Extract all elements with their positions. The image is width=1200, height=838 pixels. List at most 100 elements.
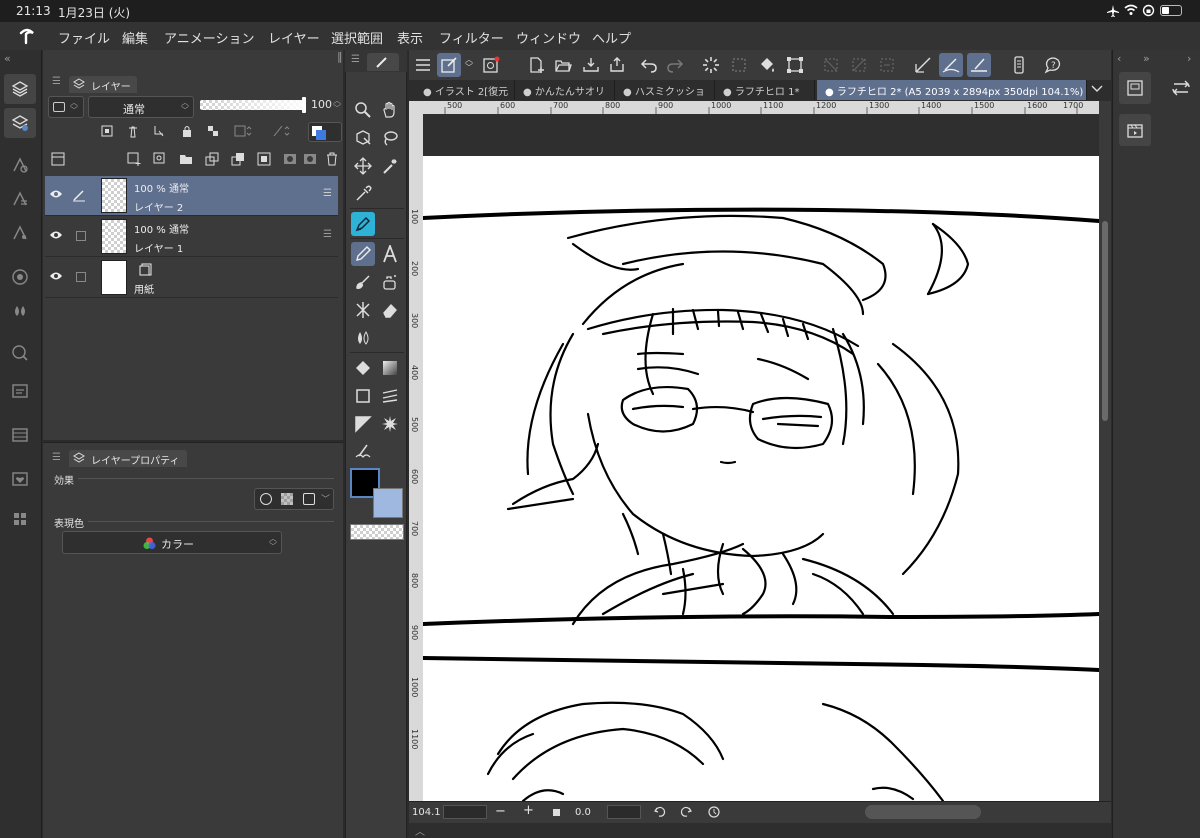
snap-to-special-ruler-icon[interactable] bbox=[939, 53, 963, 77]
zoom-value[interactable]: 104.1 bbox=[412, 807, 441, 818]
layout-grid-icon[interactable] bbox=[4, 504, 36, 534]
sub-tool-settings-icon[interactable] bbox=[4, 150, 36, 180]
redo-icon[interactable] bbox=[663, 53, 687, 77]
layer-row-menu-icon[interactable]: ☰ bbox=[323, 188, 332, 199]
tool-property-icon[interactable] bbox=[4, 184, 36, 214]
color-wheel-icon[interactable] bbox=[4, 262, 36, 292]
balloon-tool-icon[interactable] bbox=[378, 412, 402, 436]
fill-selection-icon[interactable] bbox=[755, 53, 779, 77]
transparent-color-swatch[interactable] bbox=[350, 524, 404, 540]
clear-outside-icon[interactable] bbox=[847, 53, 871, 77]
doc-tab-active[interactable]: ● ラフチヒロ 2* (A5 2039 x 2894px 350dpi 104.… bbox=[817, 80, 1087, 100]
layer-panel-toggle-icon[interactable] bbox=[4, 74, 36, 104]
save-icon[interactable] bbox=[579, 53, 603, 77]
reset-rotation-icon[interactable] bbox=[707, 805, 721, 819]
trash-icon[interactable] bbox=[324, 151, 340, 167]
rotation-value[interactable]: 0.0 bbox=[575, 807, 591, 818]
combine-layer-icon[interactable] bbox=[230, 151, 246, 167]
zoom-slider[interactable] bbox=[443, 805, 487, 819]
collapse-right-left-icon[interactable]: ‹ bbox=[1117, 52, 1121, 65]
menu-window[interactable]: ウィンドウ bbox=[516, 28, 581, 47]
new-vector-layer-icon[interactable] bbox=[152, 151, 168, 167]
doc-tab-2[interactable]: ● かんたんサオリ bbox=[515, 80, 615, 100]
object-tool-icon[interactable] bbox=[351, 126, 375, 150]
zoom-out-button[interactable]: − bbox=[495, 804, 506, 819]
rotation-slider[interactable] bbox=[607, 805, 641, 819]
gradient-tool-icon[interactable] bbox=[378, 356, 402, 380]
collapse-right-icon[interactable]: › bbox=[1187, 52, 1191, 65]
chevron-updown-icon[interactable]: ︿ ﹀ bbox=[465, 56, 473, 72]
new-file-icon[interactable] bbox=[525, 53, 549, 77]
menu-animation[interactable]: アニメーション bbox=[164, 28, 254, 47]
zoom-in-button[interactable]: + bbox=[523, 803, 534, 818]
blend-mode-select[interactable]: 通常 ︿ ﹀ bbox=[88, 96, 194, 118]
export-icon[interactable] bbox=[605, 53, 629, 77]
scroll-thumb[interactable] bbox=[1102, 221, 1108, 421]
hamburger-menu-icon[interactable] bbox=[411, 53, 435, 77]
layer-panel-tab[interactable]: レイヤー bbox=[69, 76, 137, 93]
lock-icon[interactable] bbox=[180, 124, 194, 138]
eraser-tool-icon[interactable] bbox=[378, 298, 402, 322]
new-raster-layer-icon[interactable] bbox=[126, 151, 142, 167]
move-tool-icon[interactable] bbox=[351, 154, 375, 178]
clip-studio-logo-icon[interactable] bbox=[16, 26, 38, 46]
swap-panels-icon[interactable] bbox=[1167, 74, 1195, 102]
doc-tab-4[interactable]: ● ラフチヒロ 1* bbox=[715, 80, 815, 100]
canvas-artwork[interactable] bbox=[423, 114, 1099, 801]
tab-list-chevron-down-icon[interactable] bbox=[1091, 83, 1103, 93]
decoration-tool-icon[interactable] bbox=[351, 298, 375, 322]
panel-grip-icon[interactable]: ☰ bbox=[52, 76, 61, 87]
loading-spinner-icon[interactable] bbox=[699, 53, 723, 77]
new-folder-icon[interactable] bbox=[178, 151, 194, 167]
layer-row-menu-icon[interactable]: ☰ bbox=[323, 229, 332, 240]
apply-mask-icon[interactable] bbox=[302, 151, 318, 167]
transform-icon[interactable] bbox=[783, 53, 807, 77]
layer-row-paper[interactable]: 用紙 bbox=[45, 258, 338, 298]
frame-border-tool-icon[interactable] bbox=[378, 384, 402, 408]
text-tool-icon[interactable] bbox=[378, 242, 402, 266]
rotate-right-icon[interactable] bbox=[679, 805, 693, 819]
navigator-icon[interactable] bbox=[4, 338, 36, 368]
sub-color-swatch[interactable] bbox=[373, 488, 403, 518]
animation-cels-icon[interactable] bbox=[1119, 114, 1151, 146]
layer-panel-dock-icon[interactable] bbox=[1119, 72, 1151, 104]
layer-color-button[interactable] bbox=[308, 122, 342, 142]
menu-help[interactable]: ヘルプ bbox=[592, 28, 631, 47]
undo-icon[interactable] bbox=[637, 53, 661, 77]
collapse-left-icon[interactable]: « bbox=[4, 52, 11, 65]
menu-edit[interactable]: 編集 bbox=[122, 28, 148, 47]
figure-tool-icon[interactable] bbox=[351, 384, 375, 408]
panel-grip-icon[interactable]: ☰ bbox=[351, 54, 360, 65]
mask-icon[interactable] bbox=[234, 124, 254, 138]
doc-tab-3[interactable]: ● ハスミクッショ bbox=[615, 80, 715, 100]
hand-tool-icon[interactable] bbox=[378, 98, 402, 122]
panel-drag-handle-icon[interactable]: ‖ bbox=[337, 50, 343, 63]
timeline-icon[interactable] bbox=[4, 420, 36, 450]
color-set-icon[interactable] bbox=[4, 296, 36, 326]
quick-access-icon[interactable] bbox=[479, 53, 503, 77]
correct-line-tool-icon[interactable] bbox=[351, 438, 375, 462]
expression-color-select[interactable]: カラー ︿ ﹀ bbox=[62, 531, 282, 554]
clear-icon[interactable] bbox=[819, 53, 843, 77]
ruler-tool-icon[interactable] bbox=[351, 412, 375, 436]
pencil-tool-icon[interactable] bbox=[351, 242, 375, 266]
open-file-icon[interactable] bbox=[551, 53, 575, 77]
selection-edit-icon[interactable] bbox=[437, 53, 461, 77]
favorites-icon[interactable] bbox=[4, 464, 36, 494]
panel-grip-icon[interactable]: ☰ bbox=[52, 452, 61, 463]
vertical-scrollbar[interactable] bbox=[1099, 101, 1111, 801]
expand-right-icon[interactable]: » bbox=[1143, 52, 1150, 65]
edit-target-checkbox[interactable] bbox=[76, 272, 86, 282]
help-icon[interactable]: ? bbox=[1041, 53, 1065, 77]
layer-row-1[interactable]: 100 % 通常 レイヤー 1 ☰ bbox=[45, 217, 338, 257]
opacity-slider[interactable] bbox=[200, 97, 306, 113]
menu-filter[interactable]: フィルター bbox=[439, 28, 504, 47]
rotate-left-icon[interactable] bbox=[653, 805, 667, 819]
menu-file[interactable]: ファイル bbox=[58, 28, 110, 47]
clip-layer-icon[interactable] bbox=[152, 124, 166, 138]
magic-wand-tool-icon[interactable] bbox=[378, 154, 402, 178]
lighthouse-icon[interactable] bbox=[126, 124, 140, 138]
snap-to-grid-icon[interactable] bbox=[967, 53, 991, 77]
select-all-icon[interactable] bbox=[727, 53, 751, 77]
airbrush-tool-icon[interactable] bbox=[378, 270, 402, 294]
